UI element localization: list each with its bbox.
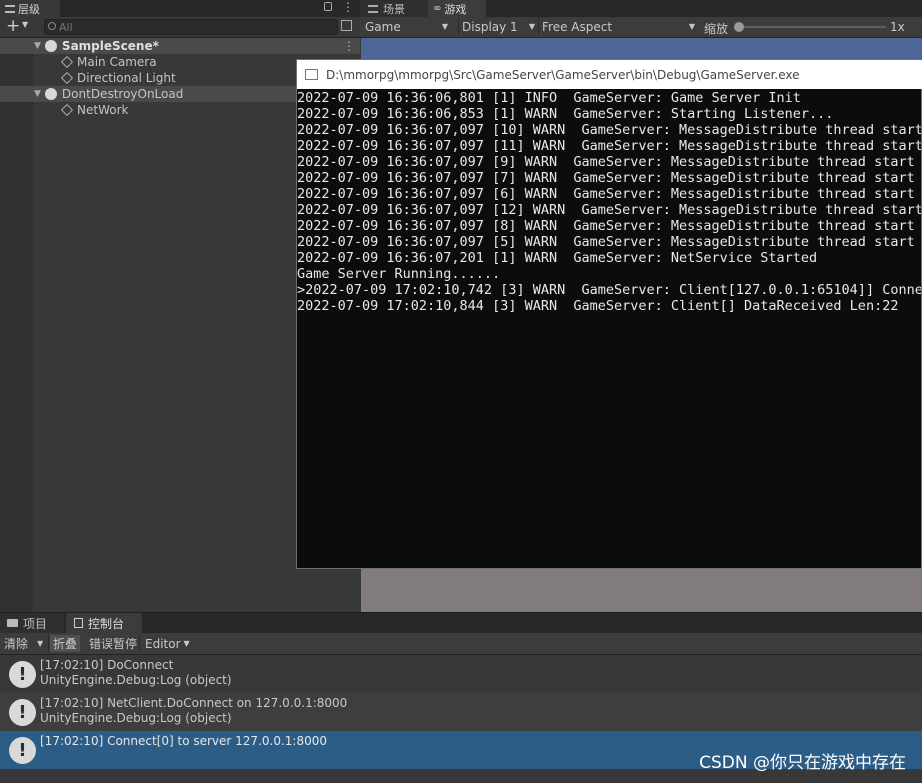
console-line: Game Server Running...... [297, 266, 501, 282]
display-label: Display 1 [462, 19, 518, 34]
chevron-down-icon: ▼ [441, 22, 448, 31]
info-icon: ! [9, 699, 36, 726]
console-line: 2022-07-09 16:36:07,097 [11] WARN GameSe… [297, 138, 921, 154]
add-icon[interactable]: + [6, 16, 20, 36]
console-line: 2022-07-09 16:36:07,201 [1] WARN GameSer… [297, 250, 818, 266]
game-mode-label: Game [365, 19, 401, 34]
log-message: [17:02:10] NetClient.DoConnect on 127.0.… [40, 696, 348, 710]
hierarchy-tabbar: 层级 ⋮ [0, 0, 360, 17]
gameobject-cube-icon [60, 55, 74, 69]
scale-slider[interactable] [734, 22, 886, 32]
info-icon: ! [9, 661, 36, 688]
scene-search-icon[interactable] [341, 20, 352, 31]
game-mode-dropdown[interactable]: Game ▼ [362, 18, 450, 35]
tab-scene[interactable]: 场景 [360, 0, 428, 17]
console-line: 2022-07-09 16:36:06,801 [1] INFO GameSer… [297, 90, 801, 106]
console-title: D:\mmorpg\mmorpg\Src\GameServer\GameServ… [326, 67, 800, 82]
log-entry[interactable]: ! [17:02:10] NetClient.DoConnect on 127.… [0, 693, 922, 731]
hierarchy-item-label: Directional Light [77, 71, 176, 85]
hierarchy-gutter [0, 54, 33, 612]
chevron-down-icon: ▼ [528, 22, 535, 31]
console-line: 2022-07-09 16:36:07,097 [6] WARN GameSer… [297, 186, 915, 202]
editor-dropdown[interactable]: Editor ▼ [145, 635, 190, 652]
hierarchy-item-label: SampleScene* [61, 39, 159, 53]
chevron-down-icon: ▼ [37, 639, 44, 648]
console-icon [74, 618, 83, 628]
console-panel-tabbar: 项目 控制台 [0, 613, 922, 633]
hierarchy-item-label: Main Camera [77, 55, 157, 69]
aspect-dropdown[interactable]: Free Aspect ▼ [538, 18, 697, 35]
console-line: 2022-07-09 16:36:07,097 [12] WARN GameSe… [297, 202, 921, 218]
search-input[interactable] [59, 20, 319, 34]
log-message: [17:02:10] Connect[0] to server 127.0.0.… [40, 734, 327, 748]
tab-console[interactable]: 控制台 [66, 613, 142, 633]
console-line: 2022-07-09 17:02:10,844 [3] WARN GameSer… [297, 298, 899, 314]
hierarchy-toolbar: + ▼ [0, 16, 360, 38]
console-line: 2022-07-09 16:36:06,853 [1] WARN GameSer… [297, 106, 834, 122]
console-line: 2022-07-09 16:36:07,097 [5] WARN GameSer… [297, 234, 915, 250]
tab-game-label: 游戏 [444, 2, 467, 16]
scene-game-tabbar: 场景 ∞ 游戏 [360, 0, 922, 17]
unity-scene-icon [44, 88, 57, 100]
hierarchy-item-samplescene[interactable]: ▼ SampleScene* ⋮ [0, 38, 360, 54]
log-message: [17:02:10] DoConnect [40, 658, 174, 672]
tab-hierarchy[interactable]: 层级 [0, 0, 60, 17]
console-line: 2022-07-09 16:36:07,097 [8] WARN GameSer… [297, 218, 915, 234]
log-stacktrace: UnityEngine.Debug:Log (object) [40, 711, 232, 725]
console-output: 2022-07-09 16:36:06,801 [1] INFO GameSer… [297, 90, 921, 568]
console-line: 2022-07-09 16:36:07,097 [10] WARN GameSe… [297, 122, 921, 138]
clear-button-label: 清除 [4, 637, 29, 651]
error-pause-button[interactable]: 错误暂停 [87, 635, 141, 652]
log-stacktrace: UnityEngine.Debug:Log (object) [40, 673, 232, 687]
tab-project-label: 项目 [23, 616, 48, 631]
tab-game[interactable]: ∞ 游戏 [428, 0, 486, 17]
gameobject-cube-icon [60, 71, 74, 85]
console-titlebar[interactable]: D:\mmorpg\mmorpg\Src\GameServer\GameServ… [297, 60, 922, 89]
console-line: >2022-07-09 17:02:10,742 [3] WARN GameSe… [297, 282, 921, 298]
aspect-label: Free Aspect [542, 19, 613, 34]
hierarchy-search[interactable] [44, 19, 338, 35]
tab-project[interactable]: 项目 [0, 613, 64, 633]
console-line: 2022-07-09 16:36:07,097 [7] WARN GameSer… [297, 170, 915, 186]
game-toolbar: Game ▼ Display 1 ▼ Free Aspect ▼ 缩放 1x [360, 17, 922, 38]
console-toolbar: 清除 ▼ 折叠 错误暂停 Editor ▼ [0, 633, 922, 655]
folder-icon [7, 619, 18, 627]
expand-arrow-icon[interactable]: ▼ [34, 89, 41, 99]
collapse-button-label: 折叠 [53, 637, 78, 651]
lock-icon[interactable] [324, 2, 332, 11]
console-line: 2022-07-09 16:36:07,097 [9] WARN GameSer… [297, 154, 915, 170]
chevron-down-icon: ▼ [688, 22, 695, 31]
tab-console-label: 控制台 [88, 616, 125, 631]
more-icon[interactable]: ⋮ [343, 39, 355, 53]
gameserver-console-window[interactable]: D:\mmorpg\mmorpg\Src\GameServer\GameServ… [296, 59, 922, 569]
collapse-button[interactable]: 折叠 [50, 635, 81, 652]
scale-value: 1x [890, 20, 905, 34]
log-entry[interactable]: ! [17:02:10] DoConnect UnityEngine.Debug… [0, 655, 922, 693]
chevron-down-icon[interactable]: ▼ [22, 20, 28, 29]
hierarchy-item-label: DontDestroyOnLoad [61, 87, 184, 101]
more-icon[interactable]: ⋮ [342, 0, 354, 14]
watermark: CSDN @你只在游戏中存在 [699, 753, 906, 773]
scale-label: 缩放 [704, 22, 729, 36]
scene-grid-icon [368, 4, 378, 13]
console-app-icon [305, 69, 318, 80]
clear-button[interactable]: 清除 [4, 635, 28, 652]
gameobject-cube-icon [60, 103, 74, 117]
gamepad-icon: ∞ [433, 3, 442, 14]
tab-hierarchy-label: 层级 [18, 2, 40, 16]
error-pause-button-label: 错误暂停 [89, 637, 138, 651]
editor-dropdown-label: Editor [145, 636, 181, 651]
clear-options-dropdown[interactable]: ▼ [34, 635, 49, 652]
chevron-down-icon: ▼ [183, 639, 190, 648]
unity-scene-icon [44, 40, 57, 52]
search-icon [48, 22, 56, 30]
tab-scene-label: 场景 [383, 2, 405, 16]
list-icon [5, 4, 15, 13]
expand-arrow-icon[interactable]: ▼ [34, 41, 41, 51]
slider-handle[interactable] [734, 22, 744, 32]
display-dropdown[interactable]: Display 1 ▼ [458, 18, 537, 35]
info-icon: ! [9, 737, 36, 764]
hierarchy-item-label: NetWork [77, 103, 129, 117]
